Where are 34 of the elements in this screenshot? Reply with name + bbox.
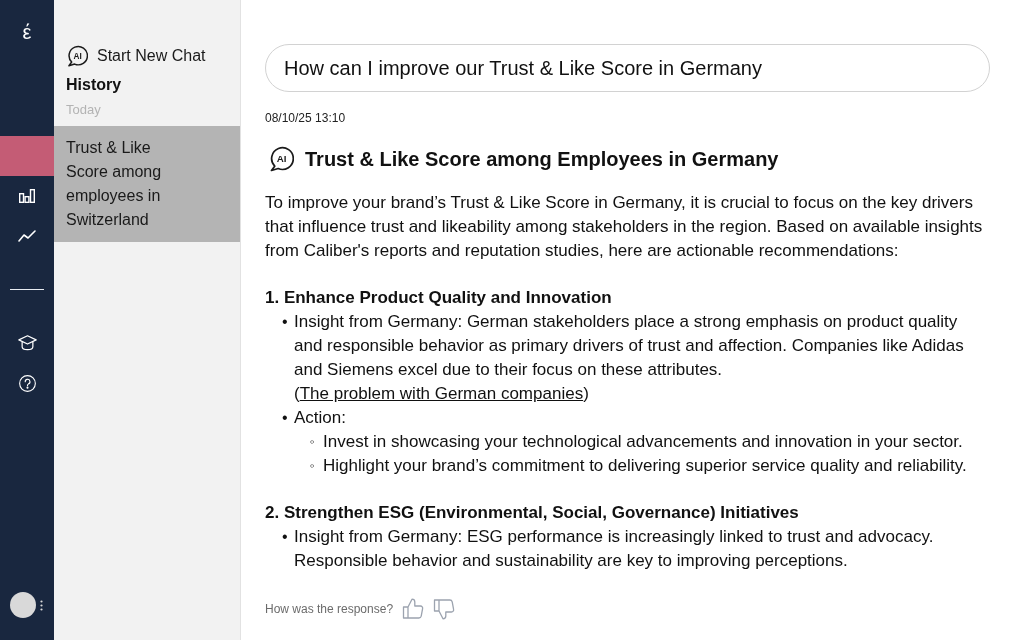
bullet-text: Highlight your brand’s commitment to delivering superior service quality and reliability. [323,455,967,477]
bar-chart-icon [19,189,35,203]
thumbs-down-icon [432,597,457,621]
bullet-marker: • [282,312,289,332]
bullet-marker: • [282,527,289,547]
bullet-marker: ◦ [310,433,316,451]
thumbs-down-button[interactable] [432,597,457,621]
timestamp: 08/10/25 13:10 [265,110,347,126]
help-icon [18,374,36,392]
avatar[interactable] [10,592,36,618]
more-icon[interactable] [40,599,43,611]
history-group-label: Today [66,102,102,118]
bullet-text: Insight from Germany: ESG performance is increasingly linked to trust and advocacy. Responsible behavior and sustainability are key to improving perceptions. [294,526,935,572]
feedback-prompt: How was the response? [265,601,394,617]
ai-chat-bubble-icon: AI [66,45,88,67]
history-title: History [66,75,123,95]
source-link[interactable]: The problem with German companies [299,384,584,403]
bullet-marker: ◦ [310,457,316,475]
thumbs-up-icon [401,597,426,621]
ai-chat-bubble-icon: AI [268,146,294,172]
section-heading: 1. Enhance Product Quality and Innovation [265,287,613,309]
bullet-text: Action: [294,407,347,429]
graduation-cap-icon [17,335,37,351]
bullet-text: Insight from Germany: German stakeholders place a strong emphasis on product quality and responsible behavior as primary drivers of trust and affection. Companies like Adidas and Siemens excel due to their focus on these attributes. (The problem with German companies) [294,311,965,405]
response-title: Trust & Like Score among Employees in Germany [305,147,779,172]
response-paragraph: To improve your brand’s Trust & Like Score in Germany, it is crucial to focus on the key drivers that influence trust and likeability among stakeholders in the region. Based on available insights from Caliber's reports and reputation studies, here are actionable recommendations: [265,192,984,262]
thumbs-up-button[interactable] [401,597,426,621]
new-chat-button[interactable]: AI Start New Chat [66,45,206,67]
section-heading: 2. Strengthen ESG (Environmental, Social, Governance) Initiatives [265,502,800,524]
bullet-text: Invest in showcasing your technological advancements and innovation in your sector. [323,431,963,453]
bullet-marker: • [282,408,289,428]
logo: έ [22,20,32,44]
history-item[interactable]: Trust & Like Score among employees in Switzerland [54,126,240,242]
trend-line-icon [18,230,36,242]
